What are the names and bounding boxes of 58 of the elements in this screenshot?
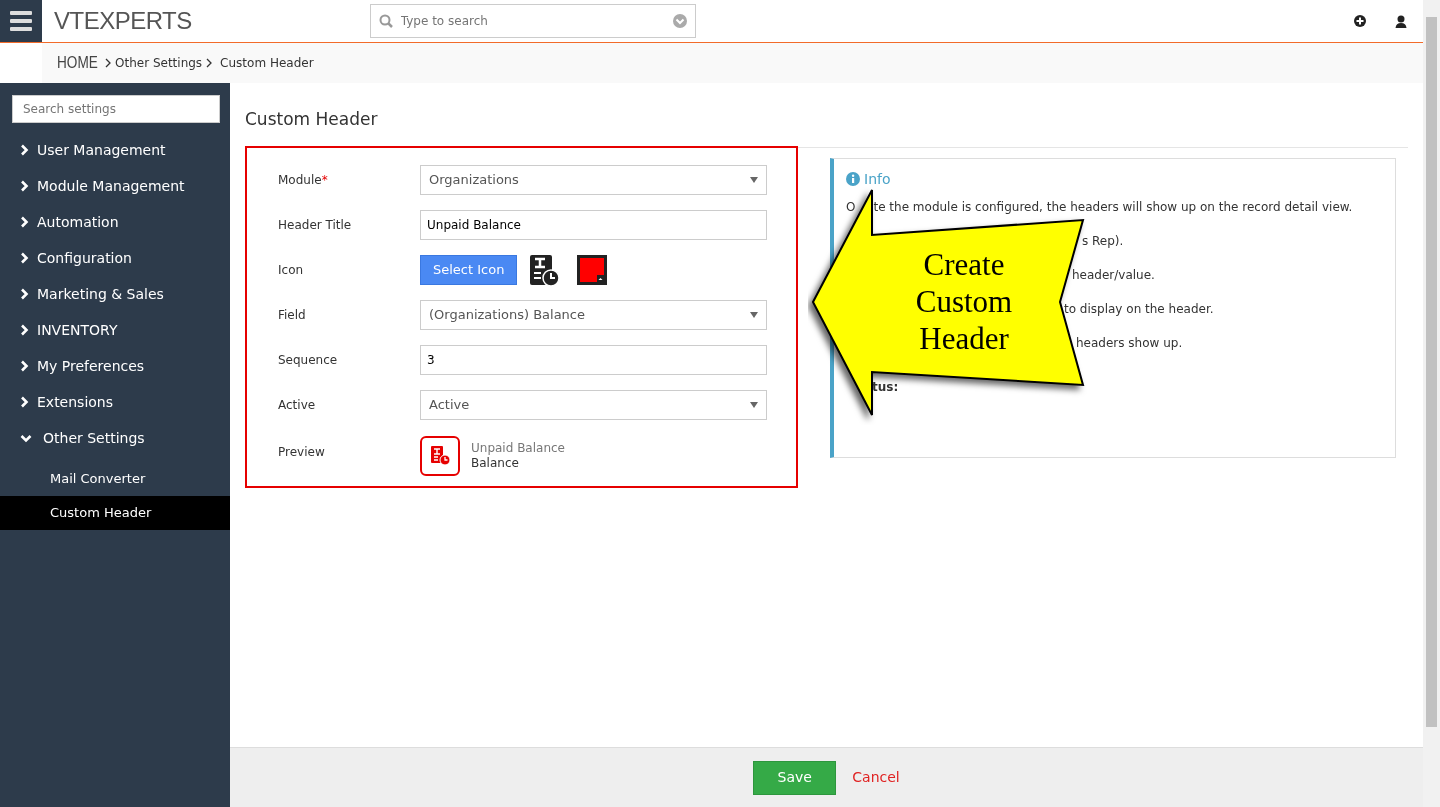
field-label: Icon (278, 262, 305, 279)
sidebar-item[interactable]: Module Management (37, 175, 185, 197)
field-label: Field (278, 307, 307, 324)
search-icon (378, 14, 393, 28)
info-text: O (846, 198, 856, 216)
preview-value: Balance (471, 455, 520, 471)
dropdown-icon (672, 14, 687, 28)
settings-search-field[interactable]: Search settings (12, 95, 220, 123)
field-label: Sequence (278, 352, 339, 369)
caret-icon (750, 402, 758, 408)
select-field[interactable]: (Organizations) Balance (420, 300, 767, 330)
page-title: Custom Header (245, 108, 379, 131)
search-field[interactable]: Type to search (369, 4, 696, 38)
required-mark: * (321, 173, 328, 187)
sidebar-subitem[interactable]: Custom Header (0, 496, 230, 530)
field-label: Module (278, 173, 322, 187)
sidebar-item[interactable]: Other Settings (43, 427, 145, 449)
sidebar-item[interactable]: My Preferences (37, 355, 145, 377)
input-field[interactable]: Unpaid Balance (420, 210, 767, 240)
menu-icon (10, 10, 32, 32)
caret-icon (750, 312, 758, 318)
select-field[interactable]: Active (420, 390, 767, 420)
chevron-icon (105, 58, 111, 68)
add-icon[interactable] (1353, 14, 1367, 28)
info-text: to display on the header. (1064, 300, 1214, 318)
sidebar-subitem[interactable]: Mail Converter (0, 462, 230, 496)
color-swatch[interactable] (577, 255, 608, 285)
logo[interactable]: VTEXPERTS (54, 3, 192, 39)
breadcrumb-link[interactable]: HOME (57, 51, 98, 75)
breadcrumb-current: Custom Header (220, 55, 314, 72)
sidebar-item[interactable]: User Management (37, 139, 166, 161)
scrollbar[interactable] (1423, 0, 1440, 807)
info-title: Info (864, 169, 891, 189)
info-text: tus: (872, 378, 899, 396)
info-text: header/value. (1072, 266, 1155, 284)
preview-title: Unpaid Balance (471, 440, 565, 456)
sidebar-item[interactable]: Extensions (37, 391, 114, 413)
sidebar-item[interactable]: Automation (37, 211, 119, 233)
field-label: Preview (278, 443, 326, 461)
document-clock-icon (529, 254, 561, 286)
menu-button[interactable] (0, 0, 42, 42)
info-text: te the module is configured, the headers will show up on the record detail view. (873, 198, 1353, 216)
cancel-link[interactable]: Cancel (852, 767, 900, 788)
info-icon (846, 172, 860, 186)
sidebar-item[interactable]: INVENTORY (37, 319, 118, 341)
sidebar-item[interactable]: Configuration (37, 247, 132, 269)
breadcrumb-link[interactable]: Other Settings (115, 54, 203, 72)
sidebar-item[interactable]: Marketing & Sales (37, 283, 164, 305)
select-field[interactable]: Organizations (420, 165, 767, 195)
document-clock-icon (430, 446, 450, 465)
caret-icon (750, 177, 758, 183)
field-label: Header Title (278, 217, 353, 234)
input-field[interactable]: 3 (420, 345, 767, 375)
field-label: Active (278, 397, 317, 414)
info-text: headers show up. (1076, 334, 1183, 352)
user-icon[interactable] (1395, 14, 1407, 28)
chevron-icon (206, 58, 213, 68)
info-text: s Rep). (1082, 232, 1124, 250)
